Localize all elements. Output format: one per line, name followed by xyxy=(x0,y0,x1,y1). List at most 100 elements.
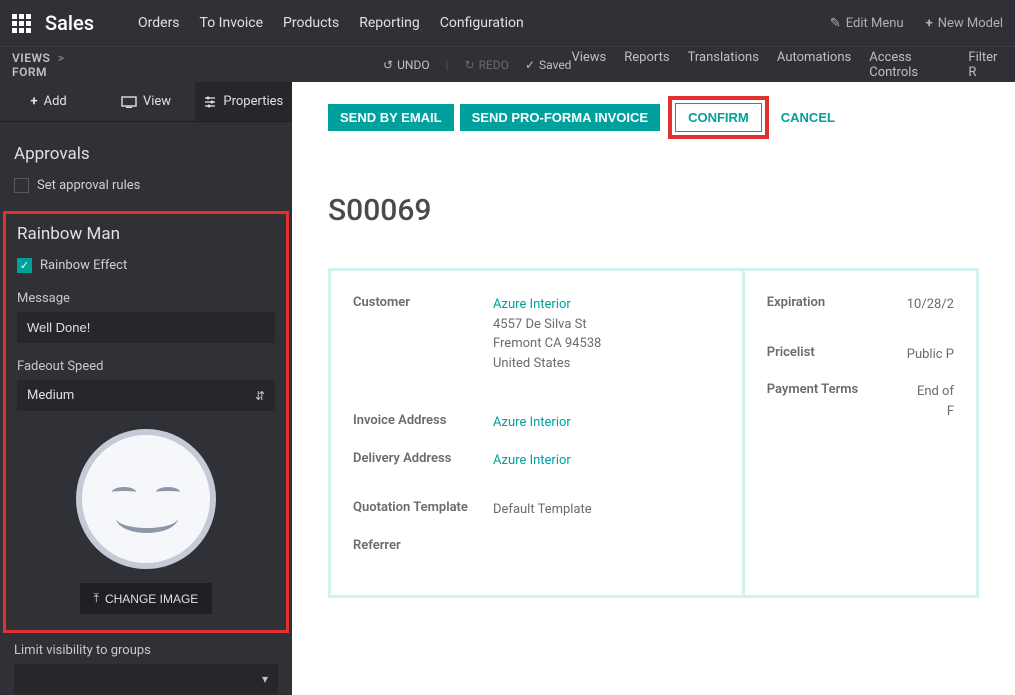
invoice-label: Invoice Address xyxy=(353,413,493,433)
edit-menu-button[interactable]: Edit Menu xyxy=(830,16,904,31)
approvals-title: Approvals xyxy=(14,144,278,164)
rainbow-image: CHANGE IMAGE xyxy=(17,429,275,614)
customer-value: Azure Interior 4557 De Silva St Fremont … xyxy=(493,295,720,373)
send-proforma-button[interactable]: SEND PRO-FORMA INVOICE xyxy=(460,104,660,131)
approval-checkbox[interactable] xyxy=(14,178,29,193)
breadcrumb: VIEWS > FORM xyxy=(12,51,103,79)
subbar-tools: UNDO | REDO Saved xyxy=(383,58,571,72)
menu-reporting[interactable]: Reporting xyxy=(359,15,420,31)
row-delivery-address: Delivery Address Azure Interior xyxy=(353,451,720,471)
saved-label: Saved xyxy=(539,58,571,72)
tool-translations[interactable]: Translations xyxy=(688,50,759,80)
expiration-label: Expiration xyxy=(767,295,907,315)
smiley-icon xyxy=(76,429,216,569)
main-content: SEND BY EMAIL SEND PRO-FORMA INVOICE CON… xyxy=(292,82,1015,695)
tool-views[interactable]: Views xyxy=(571,50,606,80)
redo-icon xyxy=(465,58,475,72)
new-model-label: New Model xyxy=(938,16,1003,31)
undo-button[interactable]: UNDO xyxy=(383,58,430,72)
customer-label: Customer xyxy=(353,295,493,373)
customer-addr2: Fremont CA 94538 xyxy=(493,336,601,351)
document-title: S00069 xyxy=(292,153,1015,268)
menu-orders[interactable]: Orders xyxy=(138,15,180,31)
limit-visibility-select[interactable]: ▾ xyxy=(14,664,278,694)
screen-icon xyxy=(121,96,137,108)
pricelist-value: Public P xyxy=(907,345,954,365)
plus-icon xyxy=(31,94,38,109)
qtemplate-value: Default Template xyxy=(493,500,720,520)
row-payment-terms: Payment Terms End of F xyxy=(767,382,954,421)
app-brand[interactable]: Sales xyxy=(45,11,94,35)
saved-indicator: Saved xyxy=(525,58,572,72)
rainbow-man-highlight: Rainbow Man ✓ Rainbow Effect Message Fad… xyxy=(3,211,289,633)
delivery-label: Delivery Address xyxy=(353,451,493,471)
sidebar-tabs: Add View Properties xyxy=(0,82,292,122)
customer-link[interactable]: Azure Interior xyxy=(493,297,571,312)
menu-products[interactable]: Products xyxy=(283,15,339,31)
tool-automations[interactable]: Automations xyxy=(777,50,851,80)
tab-add-label: Add xyxy=(44,94,67,109)
qtemplate-label: Quotation Template xyxy=(353,500,493,520)
navbar-right: Edit Menu New Model xyxy=(830,16,1003,31)
row-expiration: Expiration 10/28/2 xyxy=(767,295,954,315)
invoice-link[interactable]: Azure Interior xyxy=(493,415,571,430)
breadcrumb-form[interactable]: FORM xyxy=(12,65,47,79)
action-bar: SEND BY EMAIL SEND PRO-FORMA INVOICE CON… xyxy=(292,82,1015,153)
pricelist-label: Pricelist xyxy=(767,345,907,365)
delivery-link[interactable]: Azure Interior xyxy=(493,453,571,468)
caret-updown-icon: ⇵ xyxy=(255,389,265,403)
edit-menu-label: Edit Menu xyxy=(846,16,904,31)
top-navbar: Sales Orders To Invoice Products Reporti… xyxy=(0,0,1015,46)
row-pricelist: Pricelist Public P xyxy=(767,345,954,365)
approval-rules-row[interactable]: Set approval rules xyxy=(14,178,278,193)
tab-properties-label: Properties xyxy=(223,94,283,109)
confirm-button[interactable]: CONFIRM xyxy=(675,103,762,132)
fadeout-label: Fadeout Speed xyxy=(17,359,275,374)
approval-label: Set approval rules xyxy=(37,178,140,193)
undo-icon xyxy=(383,58,393,72)
row-quotation-template: Quotation Template Default Template xyxy=(353,500,720,520)
customer-country: United States xyxy=(493,356,570,371)
caret-updown-icon: ▾ xyxy=(262,672,268,686)
rainbow-effect-row[interactable]: ✓ Rainbow Effect xyxy=(17,258,275,273)
tool-access-controls[interactable]: Access Controls xyxy=(869,50,950,80)
form-left: Customer Azure Interior 4557 De Silva St… xyxy=(331,271,742,595)
tab-add[interactable]: Add xyxy=(0,82,97,121)
upload-icon xyxy=(94,591,99,606)
expiration-value: 10/28/2 xyxy=(907,295,954,315)
plus-icon xyxy=(926,16,933,31)
tool-reports[interactable]: Reports xyxy=(624,50,669,80)
referrer-value xyxy=(493,538,720,553)
check-icon xyxy=(525,58,535,72)
tab-properties[interactable]: Properties xyxy=(195,82,292,121)
tab-view[interactable]: View xyxy=(97,82,194,121)
fadeout-select[interactable]: Medium ⇵ xyxy=(17,380,275,411)
tool-filter[interactable]: Filter R xyxy=(968,50,1003,80)
menu-configuration[interactable]: Configuration xyxy=(440,15,524,31)
cancel-button[interactable]: CANCEL xyxy=(769,104,847,131)
message-input[interactable] xyxy=(17,312,275,343)
confirm-highlight: CONFIRM xyxy=(668,96,769,139)
redo-label: REDO xyxy=(479,58,509,72)
payment-value: End of F xyxy=(907,382,954,421)
rainbow-effect-checkbox[interactable]: ✓ xyxy=(17,258,32,273)
tab-view-label: View xyxy=(143,94,171,109)
limit-visibility-label: Limit visibility to groups xyxy=(14,643,278,658)
message-label: Message xyxy=(17,291,275,306)
breadcrumb-views[interactable]: VIEWS xyxy=(12,51,50,65)
customer-addr1: 4557 De Silva St xyxy=(493,317,587,332)
payment-label: Payment Terms xyxy=(767,382,907,421)
sub-navbar: VIEWS > FORM UNDO | REDO Saved Views Rep… xyxy=(0,46,1015,82)
menu-to-invoice[interactable]: To Invoice xyxy=(200,15,264,31)
redo-button[interactable]: REDO xyxy=(465,58,509,72)
pencil-icon xyxy=(830,16,841,31)
rainbow-effect-label: Rainbow Effect xyxy=(40,258,127,273)
new-model-button[interactable]: New Model xyxy=(926,16,1003,31)
rainbow-title: Rainbow Man xyxy=(17,224,275,244)
tool-separator: | xyxy=(446,58,449,72)
send-email-button[interactable]: SEND BY EMAIL xyxy=(328,104,454,131)
studio-sidebar: Add View Properties Approvals Set approv… xyxy=(0,82,292,695)
change-image-button[interactable]: CHANGE IMAGE xyxy=(80,583,213,614)
undo-label: UNDO xyxy=(397,58,429,72)
apps-icon[interactable] xyxy=(12,14,31,33)
